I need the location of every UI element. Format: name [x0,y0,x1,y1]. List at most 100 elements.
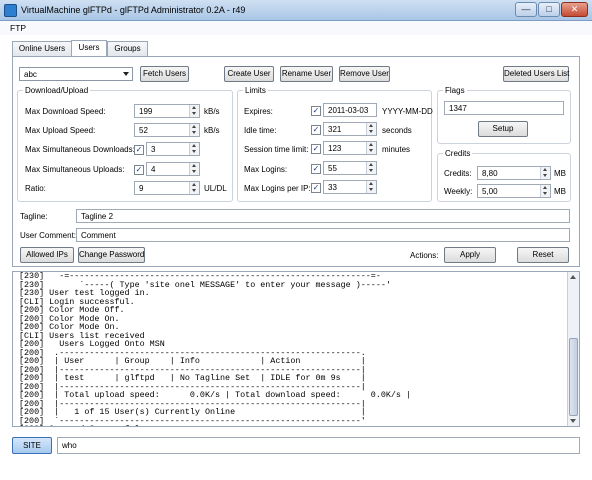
max-logins-checkbox[interactable]: ✓ [311,164,321,174]
download-upload-title: Download/Upload [23,86,91,95]
apply-button[interactable]: Apply [444,247,496,263]
ratio-unit: UL/DL [204,184,227,193]
max-logins-value: 55 [328,164,337,173]
spin-arrows-icon[interactable] [189,124,199,136]
credits-value: 8,80 [482,169,498,178]
max-download-speed-value: 199 [139,107,153,116]
weekly-label: Weekly: [444,187,473,196]
command-input-value: who [62,441,77,450]
max-logins-ip-label: Max Logins per IP: [244,184,311,193]
idle-time-label: Idle time: [244,126,277,135]
user-select[interactable]: abc [19,67,133,81]
credits-unit: MB [554,169,566,178]
max-upload-speed-value: 52 [139,126,148,135]
scroll-up-icon[interactable] [570,275,576,279]
limits-title: Limits [243,86,268,95]
max-sim-downloads-label: Max Simultaneous Downloads: [25,145,135,154]
flags-value: 1347 [449,104,467,113]
max-logins-ip-checkbox[interactable]: ✓ [311,183,321,193]
max-download-speed-stepper[interactable]: 199 [134,104,200,118]
max-upload-speed-label: Max Upload Speed: [25,126,96,135]
title-bar: VirtualMachine glFTPd - glFTPd Administr… [0,0,592,21]
reset-button[interactable]: Reset [517,247,569,263]
max-sim-uploads-checkbox[interactable]: ✓ [134,165,144,175]
max-download-unit: kB/s [204,107,220,116]
scrollbar-thumb[interactable] [569,338,578,416]
tagline-value: Tagline 2 [81,212,114,221]
session-limit-label: Session time limit: [244,145,309,154]
ratio-stepper[interactable]: 9 [134,181,200,195]
create-user-button[interactable]: Create User [224,66,274,82]
spin-arrows-icon[interactable] [366,162,376,174]
spin-arrows-icon[interactable] [366,181,376,193]
weekly-value: 5,00 [482,187,498,196]
credits-title: Credits [443,149,473,158]
idle-time-unit: seconds [382,126,412,135]
minimize-button[interactable]: — [515,2,537,17]
menu-ftp[interactable]: FTP [10,23,26,33]
tagline-field[interactable]: Tagline 2 [76,209,570,223]
credits-stepper[interactable]: 8,80 [477,166,551,180]
max-upload-speed-stepper[interactable]: 52 [134,123,200,137]
max-sim-uploads-stepper[interactable]: 4 [146,162,200,176]
remove-user-button[interactable]: Remove User [339,66,390,82]
console-text: [230] -=--------------------------------… [19,271,412,426]
setup-button[interactable]: Setup [478,121,528,137]
spin-arrows-icon[interactable] [189,182,199,194]
expires-label: Expires: [244,107,273,116]
user-comment-label: User Comment: [20,231,77,240]
session-limit-checkbox[interactable]: ✓ [311,144,321,154]
rename-user-button[interactable]: Rename User [280,66,333,82]
window-title: VirtualMachine glFTPd - glFTPd Administr… [21,5,246,15]
max-sim-downloads-stepper[interactable]: 3 [146,142,200,156]
spin-arrows-icon[interactable] [366,123,376,135]
idle-time-value: 321 [328,125,342,134]
menu-bar: FTP [0,21,592,35]
max-logins-stepper[interactable]: 55 [323,161,377,175]
max-download-speed-label: Max Download Speed: [25,107,106,116]
session-limit-stepper[interactable]: 123 [323,141,377,155]
command-bar: SITE who [0,431,592,480]
max-logins-ip-stepper[interactable]: 33 [323,180,377,194]
deleted-users-list-button[interactable]: Deleted Users List [503,66,569,82]
weekly-stepper[interactable]: 5,00 [477,184,551,198]
spin-arrows-icon[interactable] [540,185,550,197]
weekly-unit: MB [554,187,566,196]
console-output[interactable]: [230] -=--------------------------------… [12,271,580,427]
spin-arrows-icon[interactable] [540,167,550,179]
scroll-down-icon[interactable] [570,419,576,423]
chevron-down-icon [123,72,129,76]
tab-users[interactable]: Users [71,40,107,57]
max-sim-downloads-checkbox[interactable]: ✓ [134,145,144,155]
maximize-button[interactable]: □ [538,2,560,17]
fetch-users-button[interactable]: Fetch Users [140,66,189,82]
change-password-button[interactable]: Change Password [78,247,145,263]
spin-arrows-icon[interactable] [189,105,199,117]
ratio-label: Ratio: [25,184,46,193]
expires-field[interactable]: 2011-03-03 [323,103,377,117]
tab-groups[interactable]: Groups [107,41,148,57]
max-logins-ip-value: 33 [328,183,337,192]
idle-time-checkbox[interactable]: ✓ [311,125,321,135]
close-button[interactable]: ✕ [561,2,588,17]
app-icon [4,4,17,17]
flags-field[interactable]: 1347 [444,101,564,115]
users-tab-page: abc Fetch Users Create User Rename User … [12,56,580,267]
tab-online-users[interactable]: Online Users [12,41,72,57]
console-scrollbar[interactable] [567,272,579,426]
spin-arrows-icon[interactable] [366,142,376,154]
command-input[interactable]: who [57,437,580,454]
spin-arrows-icon[interactable] [189,143,199,155]
user-comment-field[interactable]: Comment [76,228,570,242]
allowed-ips-button[interactable]: Allowed IPs [20,247,74,263]
idle-time-stepper[interactable]: 321 [323,122,377,136]
ratio-value: 9 [139,184,144,193]
expires-checkbox[interactable]: ✓ [311,106,321,116]
spin-arrows-icon[interactable] [189,163,199,175]
credits-label: Credits: [444,169,472,178]
max-sim-uploads-label: Max Simultaneous Uploads: [25,165,125,174]
max-logins-label: Max Logins: [244,165,288,174]
max-sim-downloads-value: 3 [151,145,156,154]
expires-format: YYYY-MM-DD [382,107,433,116]
site-button[interactable]: SITE [12,437,52,454]
